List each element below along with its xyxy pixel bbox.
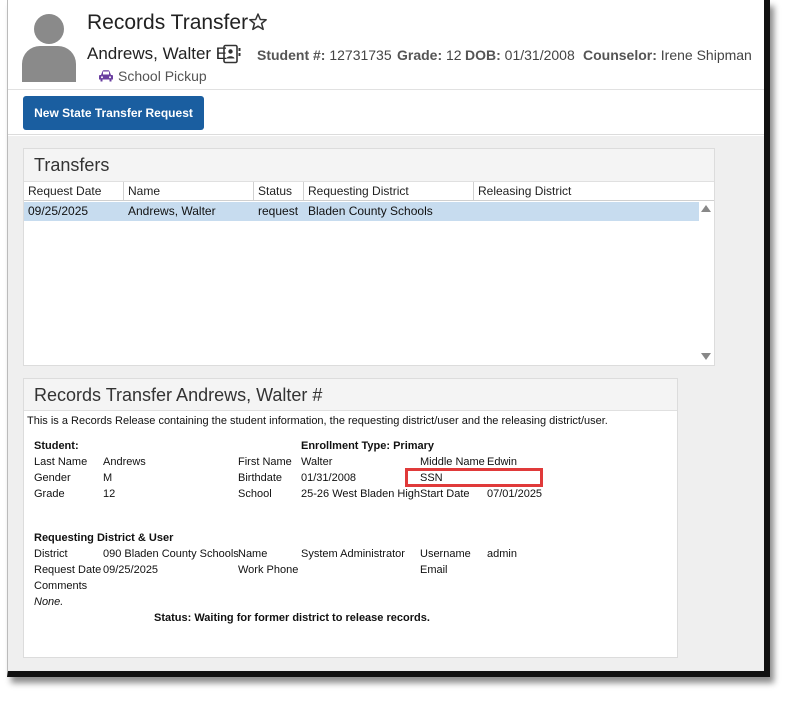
records-transfer-panel: Records Transfer Andrews, Walter # This … [23, 378, 678, 658]
school-value: 25-26 West Bladen High [301, 488, 421, 500]
avatar [22, 14, 76, 82]
column-name[interactable]: Name [124, 182, 254, 201]
transfers-panel: Transfers Request Date Name Status Reque… [23, 148, 715, 366]
comments-label: Comments [34, 580, 88, 592]
column-request-date[interactable]: Request Date [24, 182, 124, 201]
app-window: Records Transfer Andrews, Walter E Stude… [7, 0, 770, 677]
scroll-up-arrow-icon[interactable] [701, 205, 711, 212]
records-title: Records Transfer Andrews, Walter # [24, 379, 677, 411]
table-row[interactable]: 09/25/2025 Andrews, Walter request Blade… [24, 202, 699, 221]
start-date-value: 07/01/2025 [487, 488, 543, 500]
student-dob: DOB: 01/31/2008 [465, 47, 575, 63]
name-label: Name [238, 548, 268, 560]
middle-name-value: Edwin [487, 456, 517, 468]
email-label: Email [420, 564, 448, 576]
contact-card-icon[interactable] [222, 44, 242, 64]
toolbar: New State Transfer Request [8, 90, 764, 135]
student-counselor: Counselor: Irene Shipman [583, 47, 752, 63]
username-label: Username [420, 548, 471, 560]
student-number: Student #: 12731735 [257, 47, 392, 63]
birthdate-label: Birthdate [238, 472, 283, 484]
page-title: Records Transfer [87, 11, 249, 34]
gender-value: M [103, 472, 113, 484]
grade-value: 12 [103, 488, 116, 500]
work-phone-label: Work Phone [238, 564, 299, 576]
grade-label: Grade [34, 488, 65, 500]
start-date-label: Start Date [420, 488, 470, 500]
student-grade: Grade: 12 [397, 47, 462, 63]
column-releasing-district[interactable]: Releasing District [474, 182, 714, 201]
ssn-highlight-box [405, 468, 543, 487]
student-header: Records Transfer Andrews, Walter E Stude… [8, 0, 764, 90]
cell-status: request [258, 204, 299, 218]
column-status[interactable]: Status [254, 182, 304, 201]
transfers-title: Transfers [24, 149, 714, 182]
star-icon[interactable] [248, 12, 268, 32]
last-name-value: Andrews [103, 456, 146, 468]
gender-label: Gender [34, 472, 71, 484]
new-state-transfer-request-button[interactable]: New State Transfer Request [23, 96, 204, 130]
records-intro: This is a Records Release containing the… [27, 415, 608, 427]
last-name-label: Last Name [34, 456, 88, 468]
cell-requesting-district: Bladen County Schools [308, 204, 433, 218]
request-date-label: Request Date [34, 564, 102, 576]
cell-name: Andrews, Walter [128, 204, 216, 218]
car-icon [99, 70, 113, 82]
request-date-value: 09/25/2025 [103, 564, 159, 576]
school-pickup: School Pickup [98, 68, 207, 84]
middle-name-label: Middle Name [420, 456, 485, 468]
school-label: School [238, 488, 272, 500]
comments-value: None. [34, 596, 64, 608]
name-value: System Administrator [301, 548, 405, 560]
column-requesting-district[interactable]: Requesting District [304, 182, 474, 201]
username-value: admin [487, 548, 517, 560]
scroll-down-arrow-icon[interactable] [701, 353, 711, 360]
cell-request-date: 09/25/2025 [28, 204, 89, 218]
enrollment-type: Enrollment Type: Primary [301, 440, 435, 452]
student-name: Andrews, Walter E [87, 44, 228, 63]
status-message: Status: Waiting for former district to r… [154, 612, 430, 624]
student-heading: Student: [34, 440, 79, 452]
first-name-label: First Name [238, 456, 292, 468]
district-label: District [34, 548, 68, 560]
birthdate-value: 01/31/2008 [301, 472, 357, 484]
cell-releasing-district [474, 202, 478, 221]
district-value: 090 Bladen County Schools [103, 548, 239, 560]
first-name-value: Walter [301, 456, 333, 468]
transfers-grid-header: Request Date Name Status Requesting Dist… [24, 182, 714, 201]
requesting-heading: Requesting District & User [34, 532, 174, 544]
